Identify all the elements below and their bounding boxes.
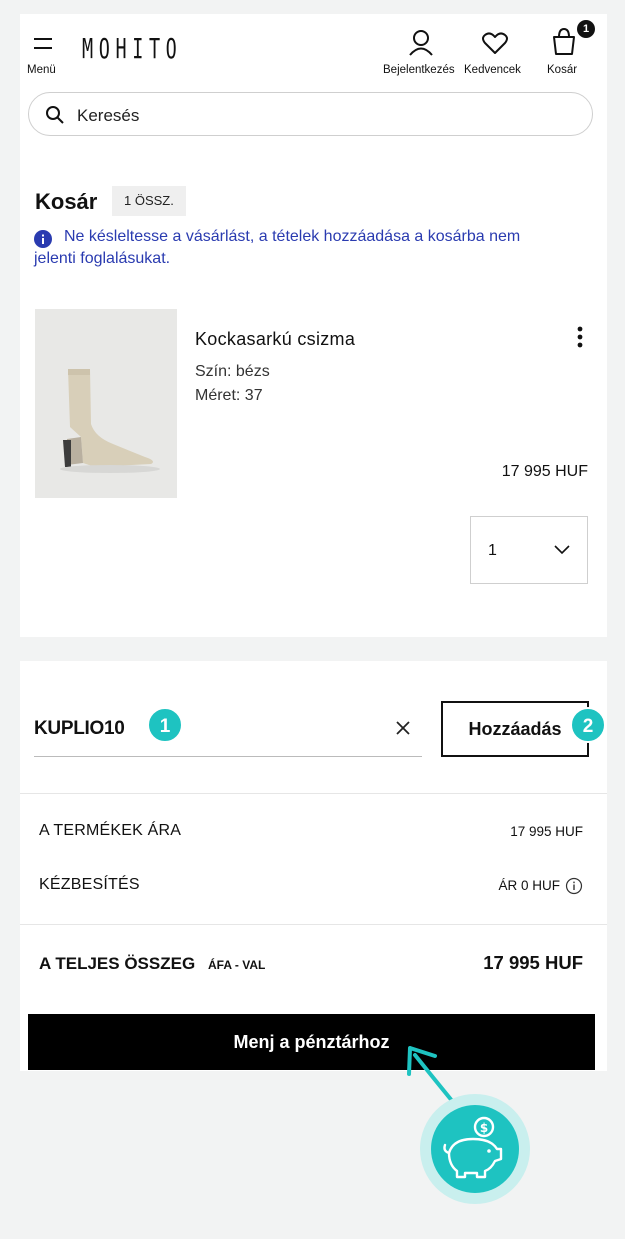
divider — [20, 924, 607, 925]
coupon-code-value[interactable]: KUPLIO10 — [34, 718, 125, 740]
total-value: 17 995 HUF — [483, 952, 583, 973]
login-button[interactable] — [406, 28, 436, 58]
hamburger-icon — [34, 38, 52, 49]
product-image[interactable] — [35, 309, 177, 498]
close-icon — [396, 721, 410, 735]
favorites-label: Kedvencek — [464, 64, 521, 76]
quantity-select[interactable]: 1 — [470, 516, 588, 584]
cart-label: Kosár — [547, 64, 578, 76]
step-1-marker: 1 — [147, 707, 183, 743]
total-label: A TELJES ÖSSZEG — [39, 954, 196, 973]
item-count-badge: 1 ÖSSZ. — [112, 186, 186, 216]
more-vertical-icon — [577, 326, 583, 348]
product-name[interactable]: Kockasarkú csizma — [195, 329, 355, 350]
user-icon — [409, 30, 433, 56]
piggy-bank-icon: $ — [443, 1116, 503, 1179]
cart-count-badge: 1 — [577, 20, 595, 38]
more-options-button[interactable] — [568, 325, 588, 351]
products-price-label: A TERMÉKEK ÁRA — [39, 822, 182, 839]
clear-coupon-button[interactable] — [390, 715, 416, 746]
boot-image — [60, 369, 160, 473]
product-size: Méret: 37 — [195, 387, 263, 404]
delivery-value: ÁR 0 HUF — [498, 878, 560, 893]
cashback-badge-inner: $ — [431, 1105, 519, 1193]
menu-label: Menü — [27, 64, 56, 76]
chevron-down-icon — [554, 545, 570, 555]
divider — [20, 793, 607, 794]
search-placeholder: Keresés — [77, 106, 140, 125]
mohito-logo[interactable]: MOHITO — [82, 32, 182, 65]
product-color: Szín: bézs — [195, 363, 270, 380]
info-outline-icon[interactable] — [565, 877, 583, 895]
product-price: 17 995 HUF — [501, 463, 588, 480]
apply-coupon-button[interactable]: Hozzáadás — [441, 701, 589, 757]
total-vat-note: ÁFA - VAL — [208, 958, 266, 972]
info-message: Ne késleltesse a vásárlást, a tételek ho… — [34, 228, 521, 267]
svg-text:$: $ — [480, 1121, 488, 1135]
section-separator — [20, 637, 607, 661]
step-2-marker: 2 — [570, 707, 606, 743]
heart-icon — [482, 32, 508, 54]
shopping-bag-icon — [553, 27, 575, 55]
page-title: Kosár — [35, 189, 98, 214]
favorites-button[interactable] — [481, 30, 509, 56]
products-price-value: 17 995 HUF — [510, 824, 583, 839]
search-icon — [46, 106, 64, 124]
quantity-value: 1 — [488, 542, 497, 559]
search-input[interactable]: Keresés — [28, 92, 593, 136]
delivery-label: KÉZBESÍTÉS — [39, 876, 140, 893]
cart-page: Menü MOHITO Bejelentkezés Kedvencek 1 Ko… — [20, 14, 607, 1071]
cart-button[interactable] — [549, 26, 579, 56]
menu-button[interactable] — [28, 36, 60, 56]
login-label: Bejelentkezés — [383, 64, 455, 76]
coupon-input-underline — [34, 756, 422, 757]
